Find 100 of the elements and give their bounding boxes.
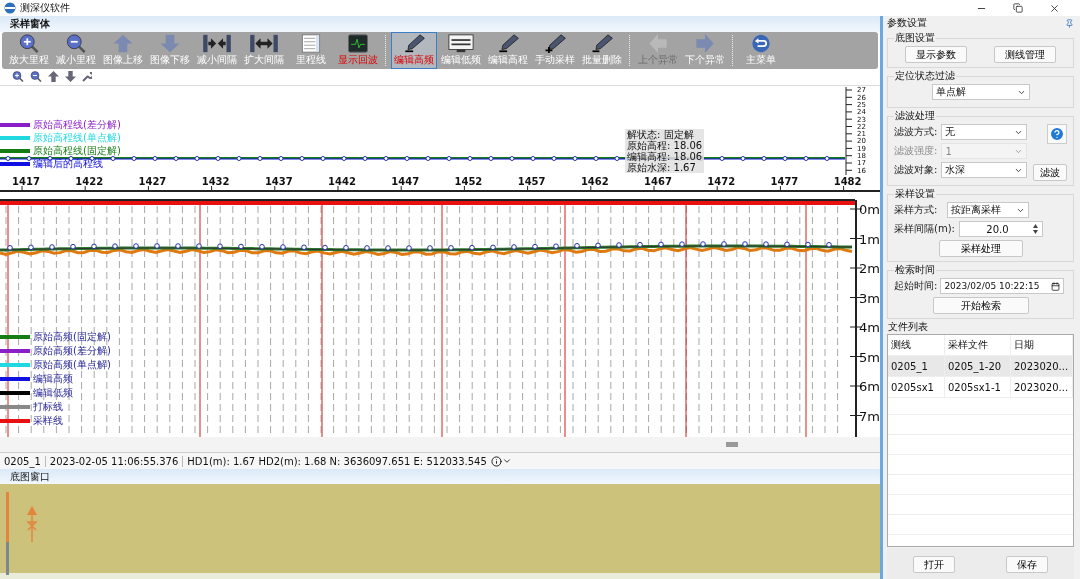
legend-label: 原始高程线(差分解) [33,117,121,132]
depth-label: 3m [859,290,880,305]
dropdown[interactable]: 无 [941,124,1028,140]
up-arrow-icon[interactable] [48,71,59,83]
table-cell: 0205sx1 [888,377,945,397]
legend-label: 编辑后的高程线 [33,156,103,171]
field-label: 滤波对象: [894,163,938,177]
help-button[interactable] [1047,124,1067,144]
table-cell: 0205_1-20 [945,356,1011,376]
legend-label: 原始高频(差分解) [33,344,111,358]
panel-button[interactable]: 滤波 [1033,164,1067,181]
column-header[interactable]: 采样文件 [945,335,1011,355]
down-arrow-icon[interactable] [65,71,76,83]
scrollbar-thumb[interactable] [726,442,738,447]
panel-button[interactable]: 显示参数 [905,46,968,63]
depth-label: 2m [859,260,880,276]
group-title: 定位状态过滤 [894,69,956,83]
axis-label: 1467 [644,176,672,188]
group-title: 文件列表 [887,320,929,334]
dropdown[interactable]: 按距离采样 [947,202,1030,218]
legend-label: 编辑低频 [33,386,73,400]
depth-label: 5m [859,349,880,364]
field-label: 采样间隔(m): [894,222,955,236]
arrows-inward-icon [200,33,234,53]
panel-button[interactable]: 打开 [912,556,955,573]
tooltip-line: 原始高程: 18.06 [627,140,703,152]
axis-label: 1437 [264,176,293,188]
legend-label: 原始高程线(单点解) [33,130,121,145]
axis-label: 1447 [391,176,420,188]
return-icon [749,33,773,53]
pane-title: 采样窗体 [10,16,50,31]
monitor-icon [346,33,370,53]
depth-label: 0m [859,201,880,217]
group-title: 检索时间 [894,263,936,277]
column-header[interactable]: 测线 [888,335,945,355]
dropdown[interactable]: 水深 [941,162,1028,178]
tooltip-line: 解状态: 固定解 [627,129,695,141]
depth-label: 4m [859,319,880,335]
group-title: 滤波处理 [894,109,936,123]
legend-label: 编辑高频 [33,372,73,386]
legend-label: 原始高程线(固定解) [33,143,121,158]
field-label: 采样方式: [894,203,938,217]
field-label: 滤波方式: [894,125,938,139]
panel-button[interactable]: 测线管理 [993,46,1056,63]
pane-title: 参数设置 [887,16,927,30]
arrows-outward-icon [247,33,281,53]
right-arrow-icon [693,33,717,53]
table-cell: 0205_1 [888,356,945,376]
zoom-out-icon [30,71,42,83]
axis-label: 1482 [833,176,862,188]
legend-label: 打标线 [33,400,63,414]
table-cell: 2023020... [1011,356,1073,376]
tooltip-line: 原始水深: 1.67 [627,162,697,174]
dropdown[interactable]: 单点解 [931,84,1030,100]
pin-icon[interactable] [1065,18,1074,28]
status-readout: HD1(m): 1.67 HD2(m): 1.68 N: 3636097.651 E: 512033.545 [186,455,488,467]
table-cell: 0205sx1-1 [945,377,1011,397]
zoom-out-icon [64,33,88,53]
panel-button[interactable]: 保存 [1006,556,1049,573]
axis-label: 1422 [75,176,104,188]
close-icon[interactable] [1049,2,1060,14]
column-header[interactable]: 日期 [1011,335,1073,355]
depth-label: 7m [859,408,880,423]
pane-title: 底图窗口 [10,469,50,484]
tooltip-line: 编辑高程: 18.06 [627,151,703,163]
table-row[interactable]: 0205sx1 0205sx1-1 2023020... [888,377,1073,398]
status-time: 2023-02-05 11:06:55.376 [45,455,184,467]
window-title: 测深仪软件 [20,1,71,15]
panel-button[interactable]: 开始检索 [932,297,1029,314]
restore-icon[interactable] [1013,2,1023,13]
depth-label: 6m [859,378,880,394]
table-cell: 2023020... [1011,377,1073,397]
group-title: 采样设置 [894,187,936,201]
axis-label: 1472 [707,176,736,188]
field-label: 起始时间: [894,279,938,293]
caret-icon[interactable] [501,456,512,466]
spin-icon [1031,223,1039,235]
left-arrow-icon [646,33,670,53]
axis-label: 1457 [517,176,546,188]
help-icon [1049,126,1065,142]
north-arrow-icon [26,506,38,542]
legend-label: 原始高频(固定解) [33,330,111,344]
zoom-in-icon [12,71,24,83]
group-title: 底图设置 [894,31,936,45]
wrench-icon[interactable] [82,72,92,82]
zoom-in-icon [17,33,41,53]
info-icon[interactable] [490,455,502,467]
axis-label: 1462 [580,176,609,188]
status-line: 0205_1 [0,455,46,467]
table-row[interactable]: 0205_1 0205_1-20 2023020... [888,356,1073,377]
legend-label: 原始高频(单点解) [33,358,111,372]
date-field[interactable]: 2023/02/05 10:22:15 [940,278,1065,294]
axis-label: 1427 [138,176,167,188]
field-label: 滤波强度: [894,144,938,158]
axis-label: 1477 [770,176,799,188]
depth-label: 1m [859,231,880,246]
axis-label: 1452 [454,176,483,188]
number-field[interactable]: 20.0 [958,221,1043,237]
legend-label: 采样线 [33,414,63,428]
panel-button[interactable]: 采样处理 [938,240,1023,257]
